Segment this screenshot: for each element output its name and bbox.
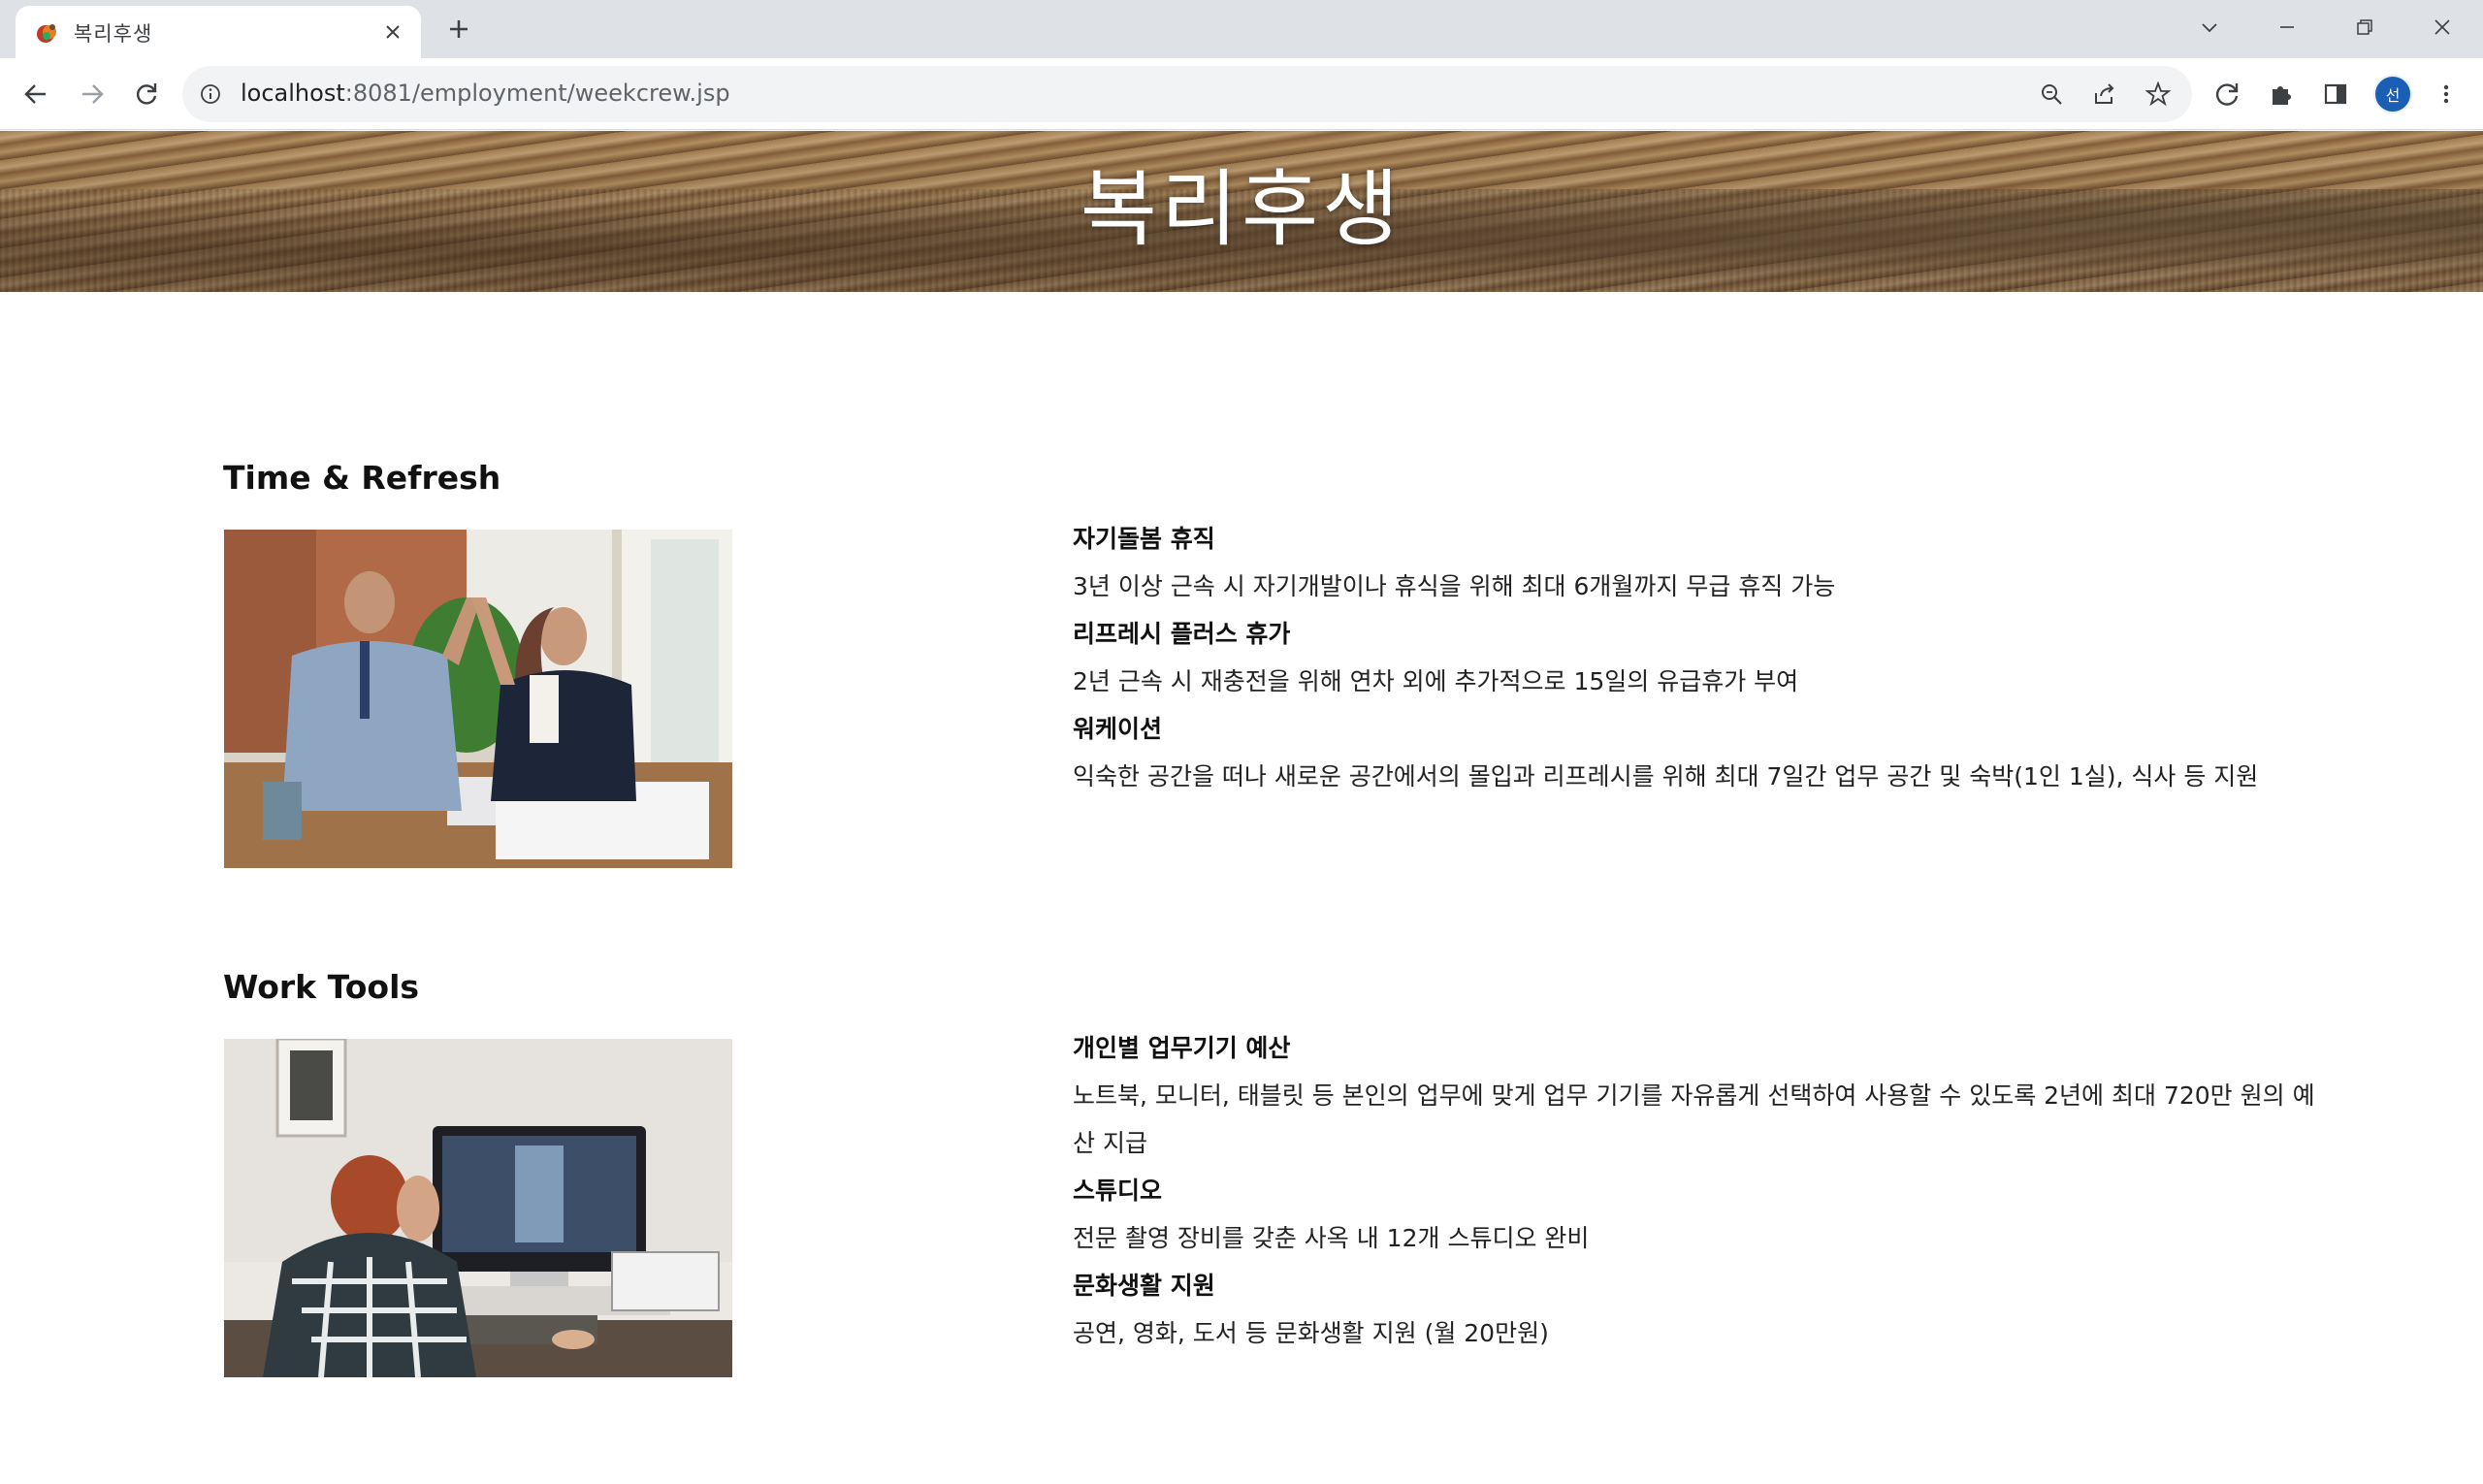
tab-search-chevron-icon[interactable] [2190,8,2229,47]
section-title-time-refresh: Time & Refresh [223,459,501,497]
restore-icon[interactable] [2345,8,2384,47]
reload-icon[interactable] [126,74,167,114]
arrow-left-icon[interactable] [16,74,56,114]
benefit-desc: 노트북, 모니터, 태블릿 등 본인의 업무에 맞게 업무 기기를 자유롭게 선… [1073,1081,2315,1157]
benefit-title: 스튜디오 [1073,1177,1163,1205]
page-title: 복리후생 [1080,161,1403,258]
benefit-desc: 익숙한 공간을 떠나 새로운 공간에서의 몰입과 리프레시를 위해 최대 7일간… [1073,762,2259,790]
benefit-desc: 3년 이상 근속 시 자기개발이나 휴식을 위해 최대 6개월까지 무급 휴직 … [1073,572,1836,600]
benefit-title: 워케이션 [1073,715,1163,743]
high-five-photo [224,530,732,868]
benefit-title: 개인별 업무기기 예산 [1073,1034,1291,1062]
benefit-title: 자기돌봄 휴직 [1073,525,1215,553]
sync-icon[interactable] [2208,75,2246,113]
workstation-photo [224,1039,732,1377]
tab-strip: 복리후생 [0,0,2483,58]
minimize-icon[interactable] [2268,8,2306,47]
address-bar[interactable]: localhost:8081/employment/weekcrew.jsp [182,66,2192,122]
benefit-desc: 2년 근속 시 재충전을 위해 연차 외에 추가적으로 15일의 유급휴가 부여 [1073,667,1799,695]
coffee-cup-icon [35,20,60,46]
puzzle-icon[interactable] [2262,75,2301,113]
url-text[interactable]: localhost:8081/employment/weekcrew.jsp [241,80,730,107]
hero-banner: 복리후생 [0,131,2483,292]
benefit-title: 리프레시 플러스 휴가 [1073,620,1291,648]
tab-title: 복리후생 [74,22,153,46]
kebab-menu-icon[interactable] [2427,75,2466,113]
window-close-icon[interactable] [2423,8,2462,47]
star-icon[interactable] [2142,78,2175,111]
info-icon[interactable] [196,80,225,109]
new-tab-plus-icon[interactable] [442,13,475,46]
benefit-list-time-refresh: 자기돌봄 휴직 3년 이상 근속 시 자기개발이나 휴식을 위해 최대 6개월까… [1073,515,2334,800]
url-path: :8081/employment/weekcrew.jsp [344,80,730,107]
zoom-icon[interactable] [2035,78,2068,111]
close-icon[interactable] [378,17,407,47]
browser-toolbar: localhost:8081/employment/weekcrew.jsp 선 [0,58,2483,130]
benefit-desc: 전문 촬영 장비를 갖춘 사옥 내 12개 스튜디오 완비 [1073,1224,1590,1252]
section-title-work-tools: Work Tools [223,968,420,1006]
benefit-desc: 공연, 영화, 도서 등 문화생활 지원 (월 20만원) [1073,1319,1549,1347]
benefit-list-work-tools: 개인별 업무기기 예산 노트북, 모니터, 태블릿 등 본인의 업무에 맞게 업… [1073,1024,2334,1357]
arrow-right-icon[interactable] [72,74,113,114]
url-host: localhost [241,80,345,107]
browser-tab[interactable]: 복리후생 [16,6,421,58]
benefit-title: 문화생활 지원 [1073,1272,1215,1300]
side-panel-icon[interactable] [2316,75,2355,113]
share-icon[interactable] [2088,78,2121,111]
avatar[interactable]: 선 [2373,75,2412,113]
